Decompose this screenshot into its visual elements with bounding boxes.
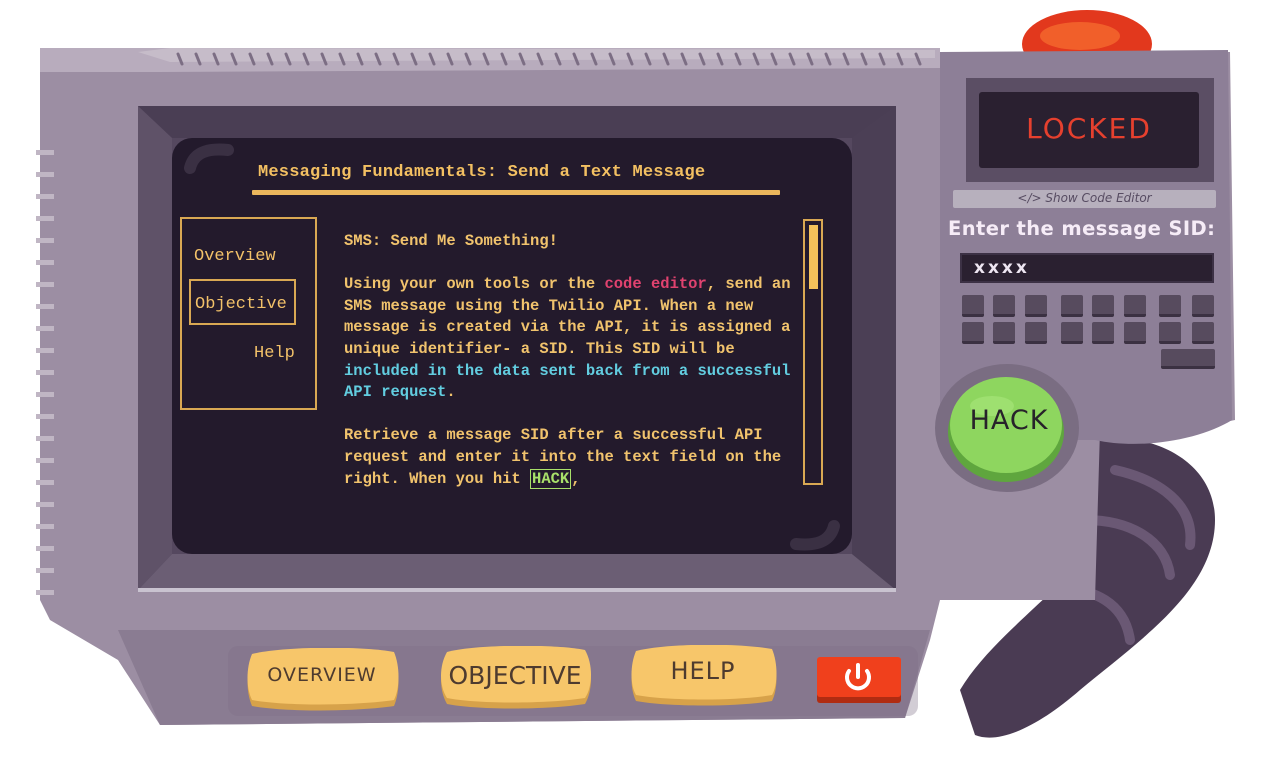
side-nav: Overview Objective Help	[180, 217, 317, 410]
content-paragraph-1: Using your own tools or the code editor,…	[344, 275, 791, 402]
key[interactable]	[1061, 322, 1083, 344]
content-scrollbar[interactable]	[803, 219, 823, 485]
content-paragraph-2: Retrieve a message SID after a successfu…	[344, 426, 782, 489]
key[interactable]	[1159, 322, 1181, 344]
sid-input[interactable]: xxxx	[960, 253, 1214, 283]
key[interactable]	[1092, 295, 1114, 317]
nav-objective[interactable]: Objective	[189, 279, 296, 325]
hack-inline-tag: HACK	[530, 468, 572, 489]
status-display: LOCKED	[979, 92, 1199, 168]
key[interactable]	[1192, 322, 1214, 344]
data-highlight-link[interactable]: included in the data sent back from a su…	[344, 362, 790, 402]
lesson-title: Messaging Fundamentals: Send a Text Mess…	[258, 163, 706, 182]
key[interactable]	[962, 295, 984, 317]
scrollbar-thumb[interactable]	[809, 225, 818, 289]
content-heading: SMS: Send Me Something!	[344, 232, 558, 250]
key[interactable]	[1124, 322, 1146, 344]
key[interactable]	[1025, 322, 1047, 344]
key-wide[interactable]	[1161, 349, 1215, 369]
title-underline	[252, 190, 780, 195]
key[interactable]	[1159, 295, 1181, 317]
nav-overview[interactable]: Overview	[194, 247, 276, 266]
bottom-overview-button[interactable]	[244, 648, 400, 714]
hack-button[interactable]	[944, 372, 1068, 484]
nav-help[interactable]: Help	[254, 344, 295, 363]
show-code-editor-button[interactable]: </> Show Code Editor	[953, 190, 1216, 208]
sid-label: Enter the message SID:	[948, 217, 1216, 240]
bottom-objective-button[interactable]	[437, 646, 593, 712]
power-button[interactable]	[815, 655, 903, 705]
objective-content: SMS: Send Me Something! Using your own t…	[344, 231, 804, 493]
code-editor-link[interactable]: code editor	[604, 275, 706, 293]
key[interactable]	[1092, 322, 1114, 344]
key[interactable]	[993, 322, 1015, 344]
key[interactable]	[1192, 295, 1214, 317]
key[interactable]	[1061, 295, 1083, 317]
show-code-editor-label: </> Show Code Editor	[1017, 191, 1152, 205]
key[interactable]	[1025, 295, 1047, 317]
key[interactable]	[1124, 295, 1146, 317]
sid-input-value: xxxx	[974, 258, 1030, 278]
key[interactable]	[993, 295, 1015, 317]
status-text: LOCKED	[1026, 112, 1152, 145]
bottom-help-button[interactable]	[628, 645, 778, 709]
key[interactable]	[962, 322, 984, 344]
